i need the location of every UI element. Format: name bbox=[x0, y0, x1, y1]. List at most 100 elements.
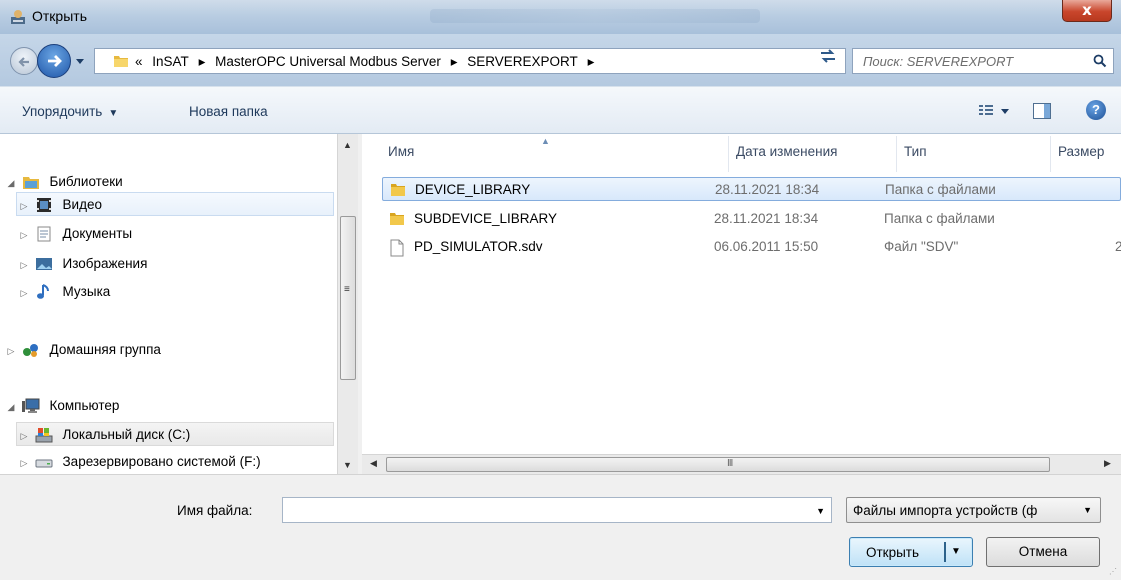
expand-triangle-icon[interactable]: ◢ bbox=[4, 395, 18, 419]
open-button[interactable]: Открыть ▼ bbox=[849, 537, 973, 567]
search-placeholder: Поиск: SERVEREXPORT bbox=[863, 54, 1014, 69]
breadcrumb-separator[interactable]: ▸ bbox=[199, 54, 206, 69]
chevron-down-icon[interactable]: ▼ bbox=[951, 546, 961, 557]
organize-button[interactable]: Упорядочить ▼ bbox=[22, 104, 118, 119]
navigation-pane: ◢ Библиотеки ▷ Видео ▷ Документы ▷ Изобр… bbox=[0, 134, 358, 474]
breadcrumb-separator[interactable]: ▸ bbox=[588, 54, 595, 69]
column-header-size[interactable]: Размер bbox=[1058, 144, 1104, 159]
folder-icon bbox=[114, 56, 128, 67]
refresh-button[interactable] bbox=[806, 48, 850, 72]
grip-icon: III bbox=[727, 458, 733, 469]
help-icon[interactable]: ? bbox=[1086, 100, 1106, 120]
scroll-up-icon[interactable]: ▲ bbox=[343, 140, 352, 150]
sidebar-item-label: Изображения bbox=[62, 256, 148, 271]
breadcrumb-serverexport[interactable]: SERVEREXPORT bbox=[467, 54, 578, 69]
app-icon bbox=[11, 10, 25, 24]
address-bar[interactable]: « InSAT ▸ MasterOPC Universal Modbus Ser… bbox=[94, 48, 892, 74]
new-folder-button[interactable]: Новая папка bbox=[189, 104, 268, 119]
grip-icon: ≡ bbox=[344, 284, 350, 295]
view-options-icon[interactable] bbox=[977, 101, 1013, 121]
scroll-down-icon[interactable]: ▼ bbox=[343, 460, 352, 470]
expand-triangle-icon[interactable]: ▷ bbox=[4, 339, 18, 363]
expand-triangle-icon[interactable]: ▷ bbox=[17, 281, 31, 305]
column-divider[interactable] bbox=[1050, 136, 1051, 172]
search-input[interactable]: Поиск: SERVEREXPORT bbox=[852, 48, 1114, 74]
sidebar-item-label: Документы bbox=[62, 226, 133, 241]
breadcrumb-overflow[interactable]: « bbox=[135, 54, 143, 69]
search-icon[interactable] bbox=[1093, 54, 1107, 68]
filename-label: Имя файла: bbox=[177, 503, 253, 518]
address-row: « InSAT ▸ MasterOPC Universal Modbus Ser… bbox=[0, 34, 1121, 86]
expand-triangle-icon[interactable]: ▷ bbox=[17, 223, 31, 247]
resize-grip-icon[interactable]: ⋰ bbox=[1109, 567, 1117, 576]
organize-label: Упорядочить bbox=[22, 104, 103, 119]
sidebar-item-computer[interactable]: ◢ Компьютер bbox=[4, 394, 334, 418]
expand-triangle-icon[interactable]: ▷ bbox=[17, 253, 31, 277]
column-divider[interactable] bbox=[896, 136, 897, 172]
scrollbar-thumb[interactable]: III bbox=[386, 457, 1050, 472]
sidebar-item-reserved-disk[interactable]: ▷ Зарезервировано системой (F:) bbox=[17, 450, 335, 474]
sidebar-item-libraries[interactable]: ◢ Библиотеки bbox=[4, 170, 334, 194]
libraries-icon bbox=[22, 177, 39, 190]
close-button[interactable]: x bbox=[1062, 0, 1112, 22]
file-list: ▲ Имя Дата изменения Тип Размер DEVICE_L… bbox=[362, 134, 1121, 474]
window-title: Открыть bbox=[32, 8, 87, 24]
back-arrow-icon bbox=[18, 57, 29, 67]
column-header-type[interactable]: Тип bbox=[904, 144, 927, 159]
navigation-scrollbar[interactable]: ▲ ≡ ▼ bbox=[337, 134, 358, 474]
local-disk-icon bbox=[35, 428, 53, 443]
column-header-date[interactable]: Дата изменения bbox=[736, 144, 837, 159]
expand-triangle-icon[interactable]: ▷ bbox=[17, 194, 31, 218]
file-row[interactable]: DEVICE_LIBRARY 28.11.2021 18:34 Папка с … bbox=[382, 177, 1121, 201]
file-type: Файл "SDV" bbox=[884, 239, 959, 254]
file-icon bbox=[390, 239, 404, 257]
file-list-scrollbar[interactable]: ◀ III ▶ bbox=[362, 454, 1121, 474]
forward-arrow-icon bbox=[48, 55, 62, 67]
homegroup-icon bbox=[22, 344, 38, 358]
file-date: 28.11.2021 18:34 bbox=[715, 182, 820, 197]
breadcrumb-separator[interactable]: ▸ bbox=[451, 54, 458, 69]
file-row[interactable]: PD_SIMULATOR.sdv 06.06.2011 15:50 Файл "… bbox=[382, 235, 1121, 259]
file-type: Папка с файлами bbox=[884, 211, 995, 226]
bottom-panel: Имя файла: ▼ Файлы импорта устройств (ф … bbox=[0, 474, 1121, 580]
breadcrumb-insat[interactable]: InSAT bbox=[152, 54, 189, 69]
split-divider bbox=[944, 542, 946, 562]
sidebar-item-local-disk[interactable]: ▷ Локальный диск (C:) bbox=[16, 422, 334, 446]
scrollbar-thumb[interactable] bbox=[340, 216, 356, 380]
column-header-name[interactable]: Имя bbox=[388, 144, 414, 159]
sidebar-item-label: Домашняя группа bbox=[49, 342, 161, 357]
sidebar-item-label: Локальный диск (C:) bbox=[62, 427, 191, 442]
filename-input[interactable]: ▼ bbox=[282, 497, 832, 523]
scroll-left-icon[interactable]: ◀ bbox=[370, 458, 377, 469]
sidebar-item-video[interactable]: ▷ Видео bbox=[16, 192, 334, 216]
file-type: Папка с файлами bbox=[885, 182, 996, 197]
file-date: 28.11.2021 18:34 bbox=[714, 211, 819, 226]
sidebar-item-homegroup[interactable]: ▷ Домашняя группа bbox=[4, 338, 334, 362]
title-bar: Открыть x bbox=[0, 0, 1121, 34]
column-divider[interactable] bbox=[728, 136, 729, 172]
chevron-down-icon[interactable]: ▼ bbox=[816, 506, 825, 516]
file-type-select[interactable]: Файлы импорта устройств (ф ▼ bbox=[846, 497, 1101, 523]
refresh-icon bbox=[821, 49, 835, 63]
breadcrumb-masteropc[interactable]: MasterOPC Universal Modbus Server bbox=[215, 54, 441, 69]
folder-icon bbox=[390, 213, 404, 225]
file-date: 06.06.2011 15:50 bbox=[714, 239, 819, 254]
expand-triangle-icon[interactable]: ▷ bbox=[17, 424, 31, 448]
video-icon bbox=[36, 198, 51, 213]
documents-icon bbox=[37, 226, 51, 242]
chevron-down-icon: ▼ bbox=[1083, 505, 1092, 515]
sidebar-item-label: Зарезервировано системой (F:) bbox=[62, 454, 261, 469]
sidebar-item-images[interactable]: ▷ Изображения bbox=[17, 252, 335, 276]
expand-triangle-icon[interactable]: ▷ bbox=[17, 451, 31, 475]
computer-icon bbox=[21, 398, 40, 414]
sidebar-item-music[interactable]: ▷ Музыка bbox=[17, 280, 335, 304]
open-label: Открыть bbox=[866, 545, 920, 560]
preview-pane-icon[interactable] bbox=[1033, 103, 1051, 119]
back-button[interactable] bbox=[10, 47, 38, 75]
file-row[interactable]: SUBDEVICE_LIBRARY 28.11.2021 18:34 Папка… bbox=[382, 207, 1121, 231]
cancel-button[interactable]: Отмена bbox=[986, 537, 1100, 567]
forward-button[interactable] bbox=[37, 44, 71, 78]
sidebar-item-documents[interactable]: ▷ Документы bbox=[17, 222, 335, 246]
history-dropdown-icon[interactable] bbox=[75, 56, 85, 66]
scroll-right-icon[interactable]: ▶ bbox=[1104, 458, 1111, 469]
